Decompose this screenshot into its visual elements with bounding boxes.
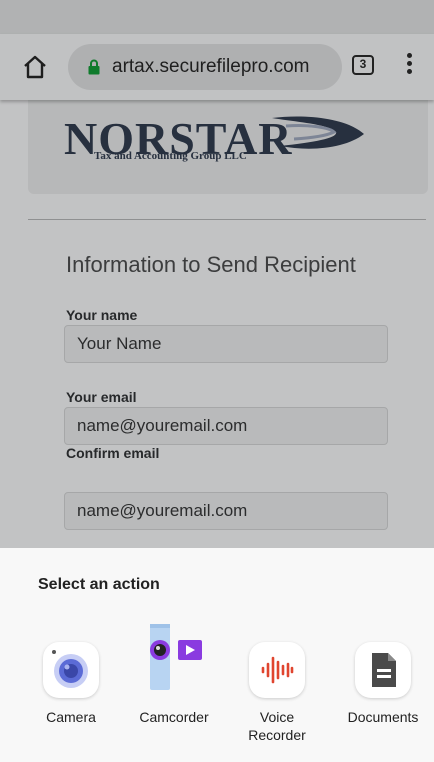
camera-icon [43, 642, 99, 698]
logo-swoosh-icon [272, 116, 364, 149]
camcorder-icon [146, 624, 202, 698]
divider [28, 219, 426, 220]
address-bar[interactable]: artax.securefilepro.com [68, 44, 342, 90]
email-field[interactable]: name@youremail.com [64, 407, 388, 445]
name-field[interactable]: Your Name [64, 325, 388, 363]
tab-switcher-button[interactable]: 3 [352, 55, 374, 75]
status-bar [0, 0, 434, 34]
documents-label: Documents [347, 709, 419, 725]
logo-subtitle: Tax and Accounting Group LLC [94, 150, 247, 162]
voice-recorder-label: Voice Recorder [248, 709, 306, 743]
camera-label: Camera [46, 709, 96, 725]
form-title: Information to Send Recipient [66, 252, 356, 277]
web-page: NORSTAR Tax and Accounting Group LLC Inf… [0, 100, 434, 548]
sheet-title: Select an action [38, 576, 160, 593]
company-logo: NORSTAR Tax and Accounting Group LLC [28, 100, 428, 194]
camcorder-action[interactable]: Camcorder [129, 624, 219, 726]
camera-action[interactable]: Camera [26, 642, 116, 726]
action-sheet: Select an action Camera Camcorder Voice … [0, 548, 434, 762]
overflow-menu-icon[interactable] [404, 53, 414, 79]
name-label: Your name [66, 307, 138, 323]
confirm-email-field[interactable]: name@youremail.com [64, 492, 388, 530]
url-text: artax.securefilepro.com [112, 56, 310, 77]
camcorder-label: Camcorder [139, 709, 209, 725]
documents-icon [355, 642, 411, 698]
voice-recorder-icon [249, 642, 305, 698]
browser-toolbar: artax.securefilepro.com 3 [0, 34, 434, 100]
documents-action[interactable]: Documents [338, 642, 428, 726]
home-icon[interactable] [22, 54, 48, 80]
lock-icon [88, 59, 100, 75]
email-label: Your email [66, 389, 137, 405]
confirm-email-label: Confirm email [66, 445, 160, 461]
voice-recorder-action[interactable]: Voice Recorder [232, 642, 322, 744]
